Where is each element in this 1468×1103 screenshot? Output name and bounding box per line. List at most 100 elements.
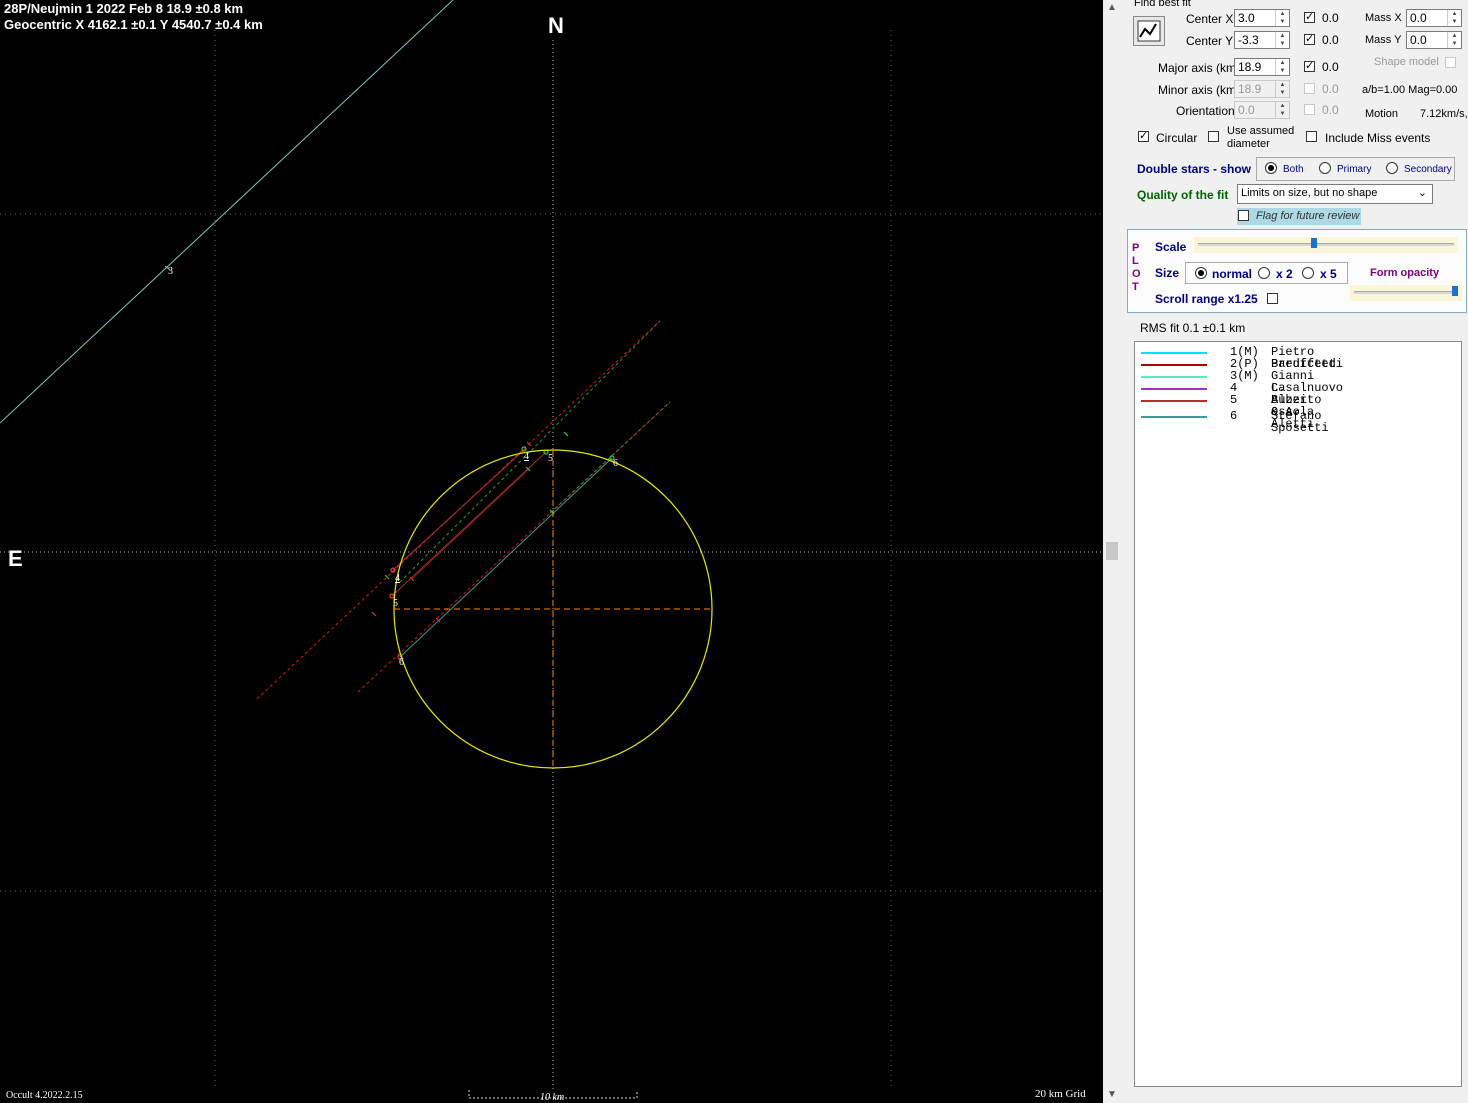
plot-letter-t: T xyxy=(1132,281,1139,293)
double-stars-label: Double stars - show xyxy=(1137,162,1252,176)
flag-review-checkbox[interactable] xyxy=(1238,210,1249,221)
size-x5-radio[interactable] xyxy=(1302,267,1314,279)
major-axis-label: Major axis (km) xyxy=(1158,61,1241,75)
ds-both-label: Both xyxy=(1283,164,1304,175)
chord-label-6: 6 xyxy=(613,458,618,469)
center-x-input[interactable]: 3.0 ▲ ▼ xyxy=(1234,9,1290,27)
mass-y-input[interactable]: 0.0 ▲ ▼ xyxy=(1406,31,1462,49)
orientation-check-value: 0.0 xyxy=(1322,103,1339,117)
ds-secondary-radio[interactable] xyxy=(1386,162,1398,174)
observer-legend: 1(M) Pietro Baruffetti 2(P) Predicted 3(M) Gi… xyxy=(1134,341,1462,1087)
scale-bar-label: 10 km xyxy=(540,1092,565,1103)
minor-check-value: 0.0 xyxy=(1322,82,1339,96)
scroll-down-icon[interactable]: ▼ xyxy=(1103,1087,1121,1103)
rms-fit: RMS fit 0.1 ±0.1 km xyxy=(1140,321,1246,335)
plot-options-box: P L O T Scale Size normal x 2 x 5 Form o… xyxy=(1127,229,1467,313)
size-normal-label: normal xyxy=(1212,267,1253,281)
use-assumed-checkbox[interactable] xyxy=(1208,131,1219,142)
legend-swatch xyxy=(1141,388,1207,390)
chord-label-3: 3 xyxy=(168,266,173,277)
occultation-plot[interactable]: 28P/Neujmin 1 2022 Feb 8 18.9 ±0.8 km Ge… xyxy=(0,0,1103,1103)
scroll-up-icon[interactable]: ▲ xyxy=(1103,0,1121,16)
fit-control-panel: Find best fit Center X 3.0 ▲ ▼ ✓ 0.0 Mass … xyxy=(1121,0,1468,1103)
quality-label: Quality of the fit xyxy=(1137,188,1229,202)
chevron-down-icon: ⌄ xyxy=(1417,187,1427,199)
center-x-label: Center X xyxy=(1186,12,1234,26)
orientation-label: Orientation xyxy=(1176,104,1235,118)
quality-select-value: Limits on size, but no shape xyxy=(1241,187,1378,199)
shape-model-checkbox[interactable] xyxy=(1445,57,1456,68)
ds-primary-label: Primary xyxy=(1337,164,1372,175)
scale-slider-thumb[interactable] xyxy=(1310,238,1317,248)
east-label: E xyxy=(8,546,23,571)
plot-letter-l: L xyxy=(1132,255,1139,267)
scroll-range-label: Scroll range x1.25 xyxy=(1155,292,1258,306)
legend-name: Stefano Sposetti xyxy=(1271,409,1329,435)
quality-select[interactable]: Limits on size, but no shape ⌄ xyxy=(1237,184,1433,204)
size-x5-label: x 5 xyxy=(1320,267,1337,281)
center-y-check-value: 0.0 xyxy=(1322,33,1339,47)
plot-canvas xyxy=(0,0,1103,1099)
opacity-slider[interactable] xyxy=(1350,285,1462,301)
limit-line-b xyxy=(357,401,671,693)
legend-swatch xyxy=(1141,416,1207,418)
ds-primary-radio[interactable] xyxy=(1319,162,1331,174)
scale-slider[interactable] xyxy=(1194,237,1458,253)
chord-6-line xyxy=(399,457,613,658)
opacity-slider-thumb[interactable] xyxy=(1452,286,1458,296)
north-label: N xyxy=(548,13,564,38)
center-x-checkbox[interactable]: ✓ xyxy=(1304,12,1315,23)
chord-3-line xyxy=(0,0,454,424)
center-y-input[interactable]: -3.3 ▲ ▼ xyxy=(1234,31,1290,49)
mass-x-label: Mass X xyxy=(1365,12,1402,24)
plot-letter-o: O xyxy=(1132,268,1141,280)
minor-axis-label: Minor axis (km) xyxy=(1158,83,1241,97)
chord-4-line xyxy=(392,448,526,571)
major-axis-input[interactable]: 18.9 ▲ ▼ xyxy=(1234,58,1290,76)
mass-y-label: Mass Y xyxy=(1365,34,1402,46)
grid-label: 20 km Grid xyxy=(1035,1088,1086,1100)
orientation-checkbox[interactable] xyxy=(1304,104,1315,115)
fit-chart-icon xyxy=(1137,20,1161,42)
flag-review-label: Flag for future review xyxy=(1256,210,1360,222)
major-check-value: 0.0 xyxy=(1322,60,1339,74)
size-x2-radio[interactable] xyxy=(1258,267,1270,279)
include-miss-checkbox[interactable] xyxy=(1306,131,1317,142)
version-label: Occult 4.2022.2.15 xyxy=(6,1090,83,1101)
chord-4b-line xyxy=(411,467,531,580)
find-best-fit-label: Find best fit xyxy=(1134,0,1191,9)
shape-model-label: Shape model xyxy=(1374,56,1439,68)
scroll-range-checkbox[interactable] xyxy=(1267,293,1278,304)
ab-mag-text: a/b=1.00 Mag=0.00 xyxy=(1362,84,1458,96)
center-x-check-value: 0.0 xyxy=(1322,11,1339,25)
center-y-checkbox[interactable]: ✓ xyxy=(1304,34,1315,45)
ds-both-radio[interactable] xyxy=(1265,162,1277,174)
geocentric-coords: Geocentric X 4162.1 ±0.1 Y 4540.7 ±0.4 k… xyxy=(4,17,263,32)
form-opacity-label: Form opacity xyxy=(1370,267,1440,279)
circular-label: Circular xyxy=(1156,131,1198,145)
find-best-fit-button[interactable] xyxy=(1133,16,1165,46)
legend-id: 6 xyxy=(1230,409,1238,423)
size-x2-label: x 2 xyxy=(1276,267,1293,281)
axis-lines xyxy=(0,40,1103,1090)
size-normal-radio[interactable] xyxy=(1195,267,1207,279)
plot-vertical-label: P L O T xyxy=(1132,242,1141,294)
chord-label-4-start: 4 xyxy=(395,573,400,584)
motion-label: Motion xyxy=(1365,108,1399,120)
chord-label-6-start: 6 xyxy=(399,657,404,668)
scale-label: Scale xyxy=(1155,240,1187,254)
include-miss-label: Include Miss events xyxy=(1325,131,1431,145)
chord-label-5-start: 5 xyxy=(393,598,398,609)
mass-x-input[interactable]: 0.0 ▲ ▼ xyxy=(1406,9,1462,27)
ds-secondary-label: Secondary xyxy=(1404,164,1452,175)
motion-value: 7.12km/s, xyxy=(1420,108,1468,120)
major-axis-checkbox[interactable]: ✓ xyxy=(1304,61,1315,72)
legend-id: 5 xyxy=(1230,393,1238,407)
vertical-scrollbar[interactable]: ▲ ▼ xyxy=(1103,0,1121,1103)
minor-axis-input[interactable]: 18.9 ▲ ▼ xyxy=(1234,80,1290,98)
circular-checkbox[interactable]: ✓ xyxy=(1138,131,1149,142)
size-label: Size xyxy=(1155,266,1180,280)
minor-axis-checkbox[interactable] xyxy=(1304,83,1315,94)
scrollbar-thumb[interactable] xyxy=(1106,542,1118,560)
orientation-input[interactable]: 0.0 ▲ ▼ xyxy=(1234,101,1290,119)
